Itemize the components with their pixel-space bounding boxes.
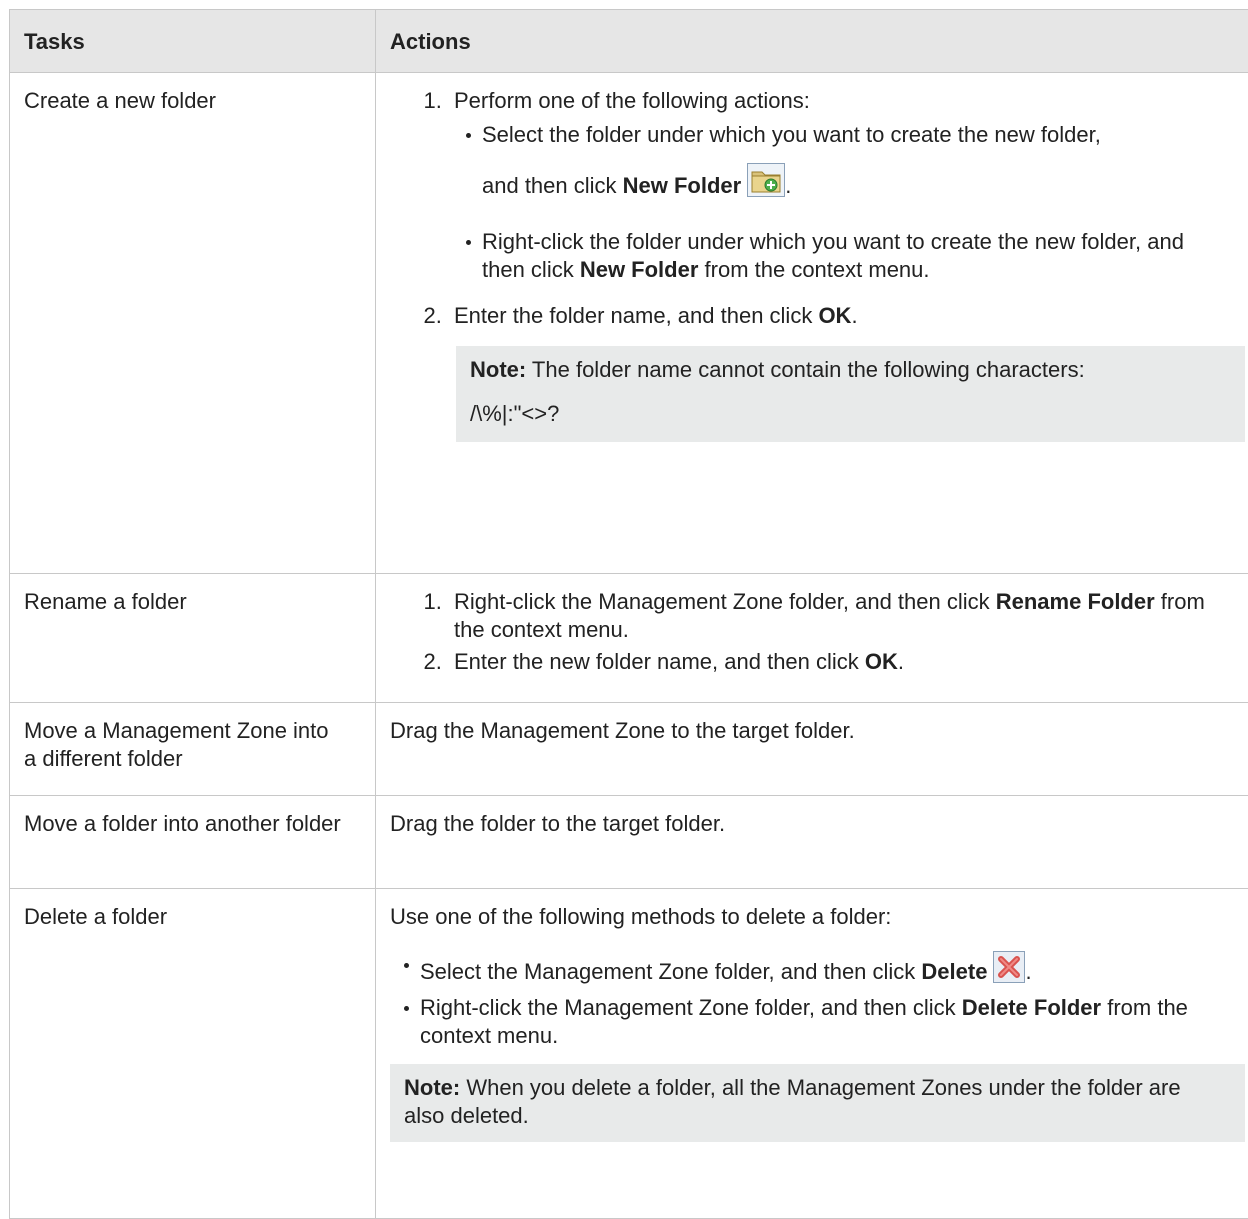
list-item: Enter the new folder name, and then clic…	[448, 648, 1248, 676]
list-item: Right-click the Management Zone folder, …	[420, 994, 1244, 1050]
list-item: Right-click the folder under which you w…	[482, 228, 1218, 284]
bullet-list: Select the Management Zone folder, and t…	[390, 951, 1248, 1050]
list-item: Select the Management Zone folder, and t…	[420, 951, 1248, 990]
table-row: Move a Management Zone into a different …	[10, 703, 1248, 796]
header-tasks: Tasks	[10, 10, 376, 73]
list-item: Enter the folder name, and then click OK…	[448, 302, 1248, 330]
note-label: Note:	[404, 1075, 460, 1100]
action-cell: Right-click the Management Zone folder, …	[376, 574, 1248, 703]
delete-folder-label: Delete Folder	[962, 995, 1101, 1020]
delete-label: Delete	[921, 959, 987, 984]
action-cell: Perform one of the following actions: Se…	[376, 73, 1248, 574]
bullet-text: Right-click the Management Zone folder, …	[420, 995, 962, 1020]
bullet-text: from the context menu.	[698, 257, 929, 282]
steps-list: Right-click the Management Zone folder, …	[398, 588, 1248, 676]
note-text: The folder name cannot contain the follo…	[526, 357, 1084, 382]
new-folder-icon	[747, 163, 785, 204]
note-characters: /\%|:"<>?	[470, 400, 1231, 428]
note-text: When you delete a folder, all the Manage…	[404, 1075, 1181, 1128]
action-cell: Use one of the following methods to dele…	[376, 889, 1248, 1219]
table-row: Create a new folder Perform one of the f…	[10, 73, 1248, 574]
table-row: Rename a folder Right-click the Manageme…	[10, 574, 1248, 703]
tasks-table: Tasks Actions Create a new folder Perfor…	[9, 9, 1248, 1219]
table-row: Move a folder into another folder Drag t…	[10, 796, 1248, 889]
new-folder-label: New Folder	[580, 257, 699, 282]
task-cell: Create a new folder	[10, 73, 376, 574]
list-item: Right-click the Management Zone folder, …	[448, 588, 1208, 644]
note-label: Note:	[470, 357, 526, 382]
bullet-text: and then click	[482, 173, 623, 198]
new-folder-label: New Folder	[623, 173, 742, 198]
note-box: Note: The folder name cannot contain the…	[456, 346, 1245, 442]
delete-icon	[993, 951, 1025, 990]
list-item: Perform one of the following actions: Se…	[448, 87, 1248, 284]
step-text: Perform one of the following actions:	[454, 88, 810, 113]
bullet-text: Select the Management Zone folder, and t…	[420, 959, 921, 984]
task-cell: Delete a folder	[10, 889, 376, 1219]
bullet-list: Select the folder under which you want t…	[454, 121, 1248, 284]
table-row: Delete a folder Use one of the following…	[10, 889, 1248, 1219]
steps-list: Perform one of the following actions: Se…	[398, 87, 1248, 330]
step-text: Right-click the Management Zone folder, …	[454, 589, 996, 614]
ok-label: OK	[818, 303, 851, 328]
task-cell: Move a Management Zone into a different …	[10, 703, 376, 796]
step-text: Enter the folder name, and then click	[454, 303, 818, 328]
header-actions: Actions	[376, 10, 1248, 73]
step-text: Enter the new folder name, and then clic…	[454, 649, 865, 674]
action-cell: Drag the Management Zone to the target f…	[376, 703, 1248, 796]
delete-intro: Use one of the following methods to dele…	[390, 903, 1248, 931]
list-item: Select the folder under which you want t…	[482, 121, 1240, 204]
bullet-text: Select the folder under which you want t…	[482, 122, 1101, 147]
ok-label: OK	[865, 649, 898, 674]
task-cell: Move a folder into another folder	[10, 796, 376, 889]
table-header-row: Tasks Actions	[10, 10, 1248, 73]
action-cell: Drag the folder to the target folder.	[376, 796, 1248, 889]
note-box: Note: When you delete a folder, all the …	[390, 1064, 1245, 1142]
rename-folder-label: Rename Folder	[996, 589, 1155, 614]
task-cell: Rename a folder	[10, 574, 376, 703]
